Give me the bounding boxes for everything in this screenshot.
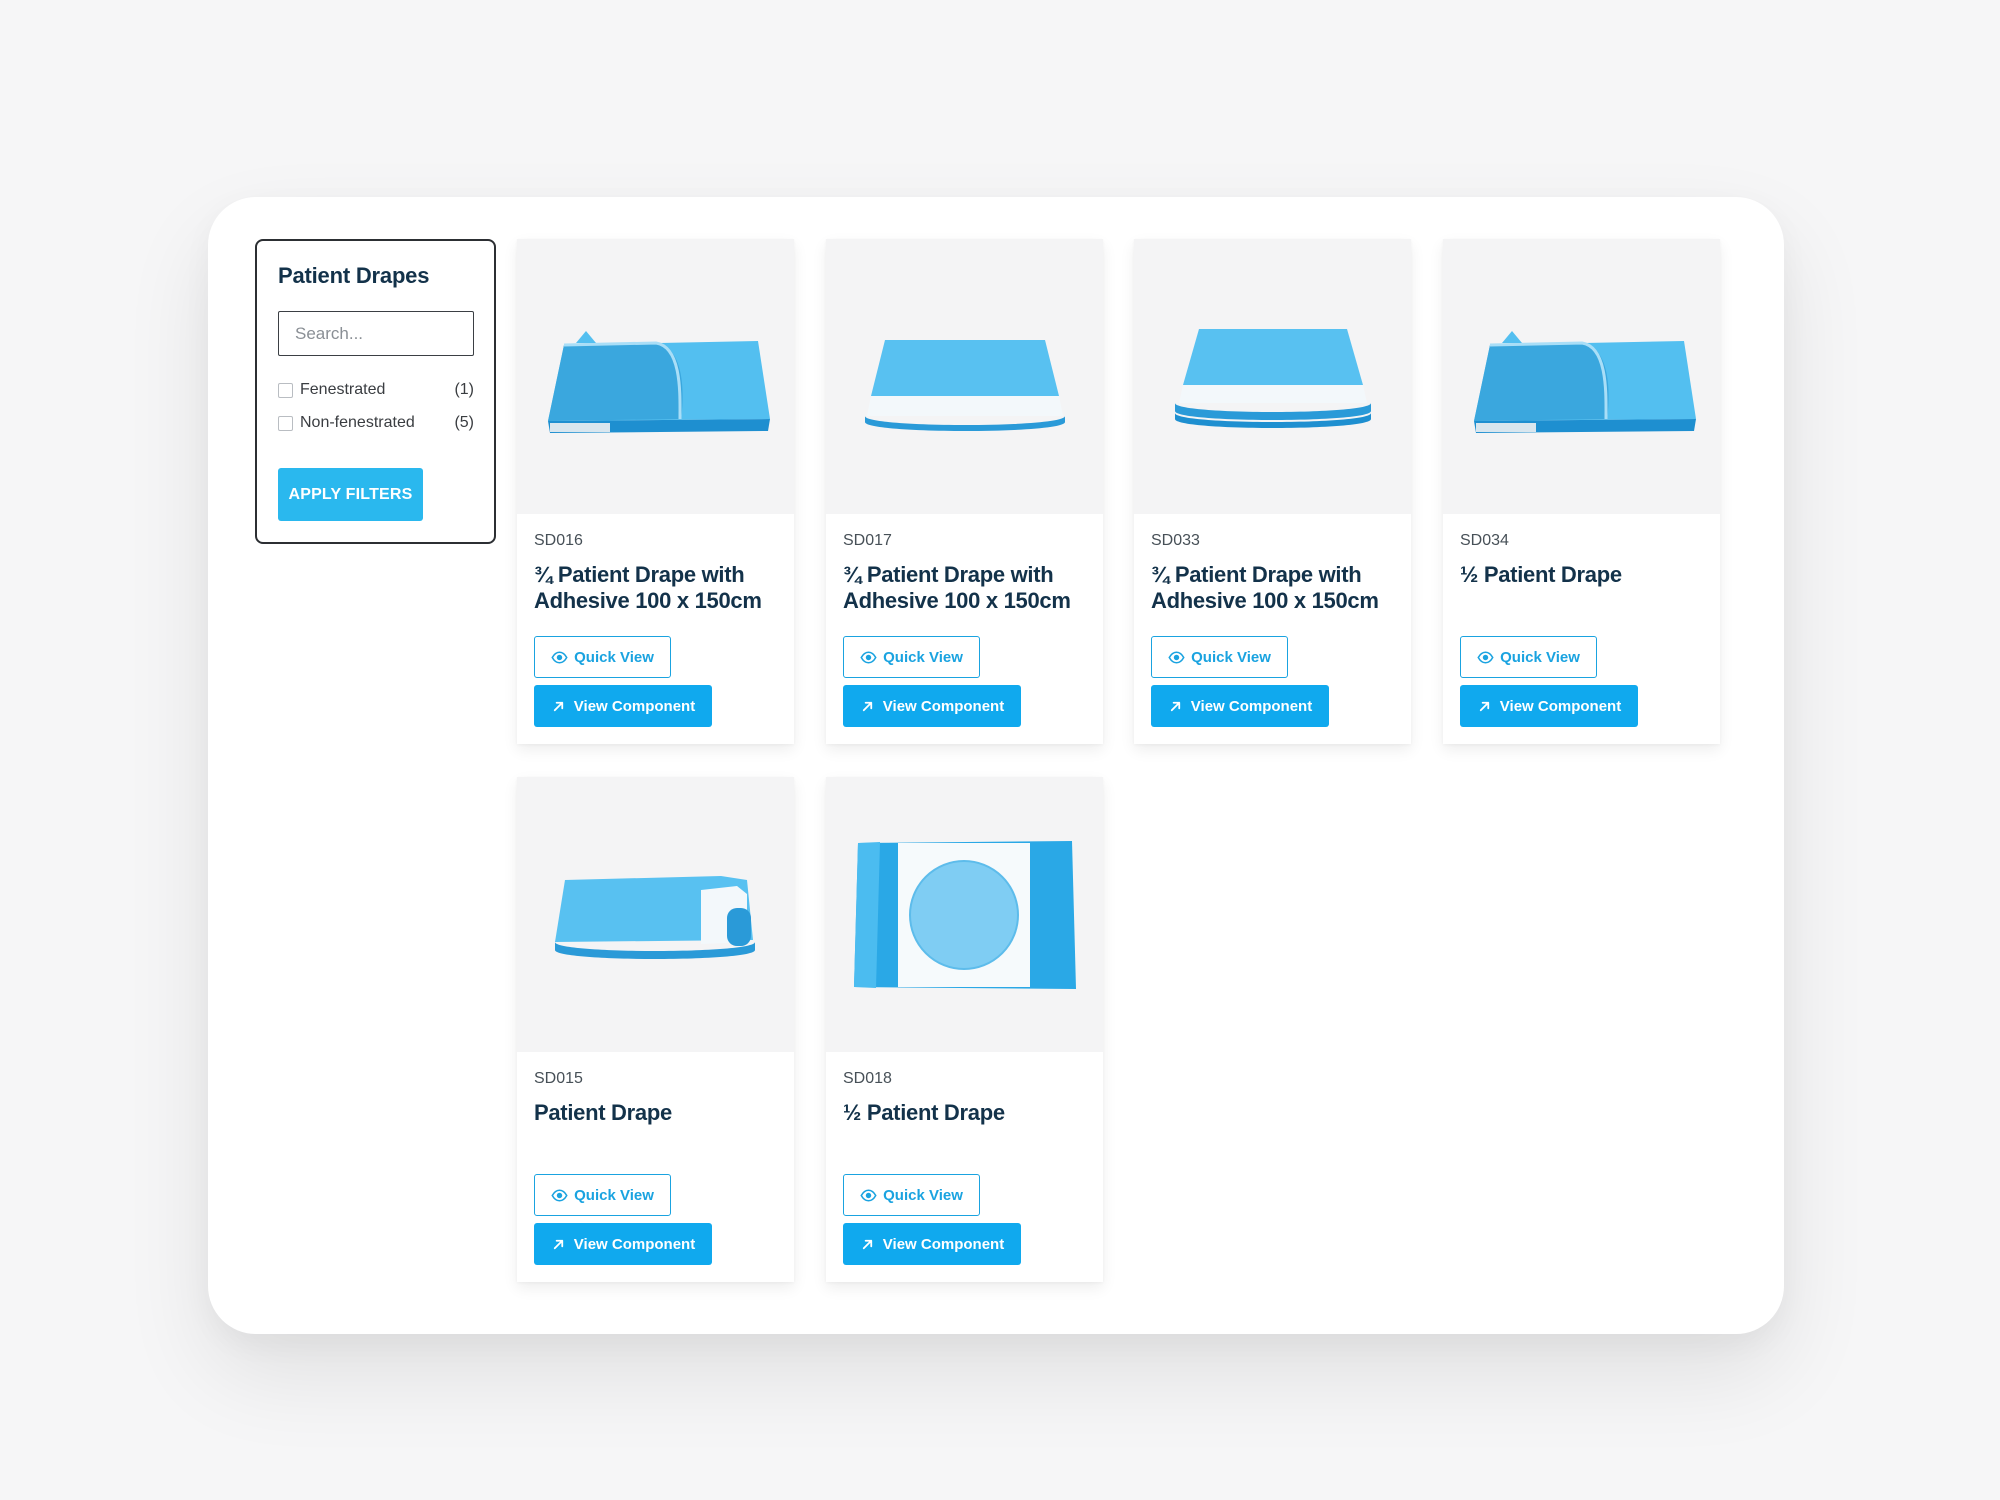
product-image[interactable] xyxy=(826,777,1103,1052)
product-title[interactable]: ¾ Patient Drape with Adhesive 100 x 150c… xyxy=(534,562,784,614)
view-component-button[interactable]: View Component xyxy=(534,1223,712,1265)
product-code: SD034 xyxy=(1460,532,1509,549)
product-card: SD018 ½ Patient Drape Quick View View Co… xyxy=(826,777,1103,1282)
eye-icon xyxy=(860,1187,877,1204)
folded-drape-white-band-stacked-icon xyxy=(1174,328,1371,428)
product-image[interactable] xyxy=(1443,239,1720,514)
product-card: SD033 ¾ Patient Drape with Adhesive 100 … xyxy=(1134,239,1411,744)
filter-option-count: (5) xyxy=(454,414,474,431)
product-title[interactable]: ¾ Patient Drape with Adhesive 100 x 150c… xyxy=(1151,562,1401,614)
product-title[interactable]: ½ Patient Drape xyxy=(1460,562,1710,588)
quick-view-button[interactable]: Quick View xyxy=(1460,636,1597,678)
product-code: SD018 xyxy=(843,1070,892,1087)
eye-icon xyxy=(1477,649,1494,666)
quick-view-button[interactable]: Quick View xyxy=(534,636,671,678)
arrow-up-right-icon xyxy=(860,699,875,714)
view-component-button[interactable]: View Component xyxy=(1460,685,1638,727)
arrow-up-right-icon xyxy=(860,1237,875,1252)
apply-filters-button[interactable]: APPLY FILTERS xyxy=(278,468,423,521)
product-image[interactable] xyxy=(517,239,794,514)
view-component-button[interactable]: View Component xyxy=(843,685,1021,727)
eye-icon xyxy=(1168,649,1185,666)
product-code: SD016 xyxy=(534,532,583,549)
product-code: SD033 xyxy=(1151,532,1200,549)
folded-drape-white-band-icon xyxy=(864,339,1065,431)
search-input[interactable] xyxy=(278,311,474,356)
filter-option-label: Non-fenestrated xyxy=(300,414,415,431)
filter-option-label: Fenestrated xyxy=(300,381,386,398)
eye-icon xyxy=(551,1187,568,1204)
filter-panel: Patient Drapes Fenestrated (1) Non-fenes… xyxy=(255,239,496,544)
eye-icon xyxy=(551,649,568,666)
product-image[interactable] xyxy=(1134,239,1411,514)
non-fenestrated-checkbox[interactable] xyxy=(278,415,293,431)
flat-drape-circular-window-icon xyxy=(853,840,1076,989)
filter-option-fenestrated[interactable]: Fenestrated (1) xyxy=(278,379,474,401)
filter-option-count: (1) xyxy=(454,381,474,398)
product-code: SD015 xyxy=(534,1070,583,1087)
product-card: SD015 Patient Drape Quick View View Comp… xyxy=(517,777,794,1282)
product-image[interactable] xyxy=(517,777,794,1052)
arrow-up-right-icon xyxy=(551,699,566,714)
arrow-up-right-icon xyxy=(1477,699,1492,714)
arrow-up-right-icon xyxy=(1168,699,1183,714)
product-title[interactable]: ½ Patient Drape xyxy=(843,1100,1093,1126)
view-component-button[interactable]: View Component xyxy=(1151,685,1329,727)
quick-view-button[interactable]: Quick View xyxy=(534,1174,671,1216)
product-card: SD034 ½ Patient Drape Quick View View Co… xyxy=(1443,239,1720,744)
product-code: SD017 xyxy=(843,532,892,549)
filter-option-non-fenestrated[interactable]: Non-fenestrated (5) xyxy=(278,412,474,434)
view-component-button[interactable]: View Component xyxy=(534,685,712,727)
filter-title: Patient Drapes xyxy=(278,263,430,288)
product-card: SD017 ¾ Patient Drape with Adhesive 100 … xyxy=(826,239,1103,744)
product-title[interactable]: ¾ Patient Drape with Adhesive 100 x 150c… xyxy=(843,562,1093,614)
folded-drape-fenestrated-corner-icon xyxy=(1473,330,1696,433)
quick-view-button[interactable]: Quick View xyxy=(1151,636,1288,678)
product-title[interactable]: Patient Drape xyxy=(534,1100,784,1126)
folded-drape-rolled-icon xyxy=(554,875,755,959)
eye-icon xyxy=(860,649,877,666)
view-component-button[interactable]: View Component xyxy=(843,1223,1021,1265)
product-card: SD016 ¾ Patient Drape with Adhesive 100 … xyxy=(517,239,794,744)
folded-drape-fenestrated-corner-icon xyxy=(547,330,770,433)
quick-view-button[interactable]: Quick View xyxy=(843,636,980,678)
product-image[interactable] xyxy=(826,239,1103,514)
quick-view-button[interactable]: Quick View xyxy=(843,1174,980,1216)
fenestrated-checkbox[interactable] xyxy=(278,382,293,398)
arrow-up-right-icon xyxy=(551,1237,566,1252)
